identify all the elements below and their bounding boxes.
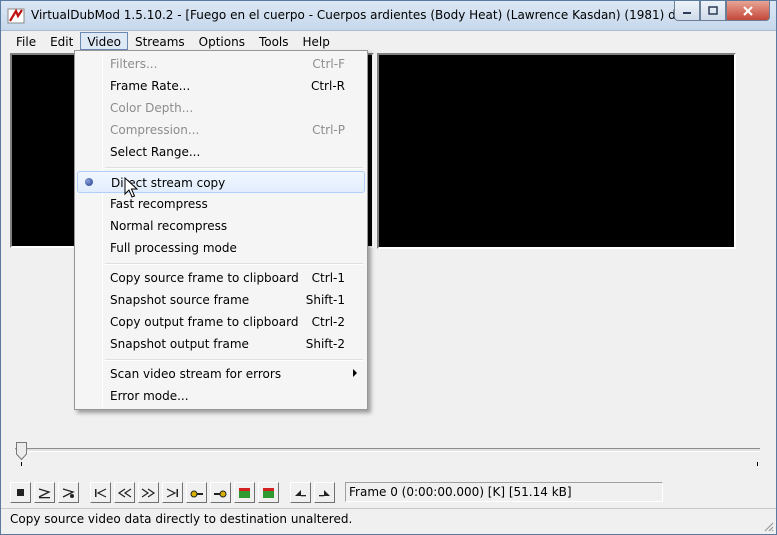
menu-item-label: Select Range...: [110, 145, 201, 159]
menu-separator: [105, 263, 363, 265]
menu-item-direct-stream-copy[interactable]: Direct stream copy: [77, 171, 365, 193]
menu-item-color-depth[interactable]: Color Depth...: [77, 97, 365, 119]
menu-item-label: Frame Rate...: [110, 79, 191, 93]
menu-item-compression[interactable]: Compression... Ctrl-P: [77, 119, 365, 141]
go-to-end-button[interactable]: [162, 482, 183, 503]
scene-back-button[interactable]: [234, 482, 255, 503]
menu-item-label: Scan video stream for errors: [110, 367, 282, 381]
radio-selected-icon: [85, 178, 93, 186]
menu-item-snapshot-source-frame[interactable]: Snapshot source frame Shift-1: [77, 289, 365, 311]
step-back-button[interactable]: [114, 482, 135, 503]
menu-help[interactable]: Help: [296, 32, 337, 50]
menu-item-label: Compression...: [110, 123, 200, 137]
menu-separator: [105, 167, 363, 169]
close-icon: [743, 5, 753, 16]
play-output-button[interactable]: [58, 482, 79, 503]
menu-item-label: Normal recompress: [110, 219, 228, 233]
position-slider-track[interactable]: [15, 448, 760, 452]
menu-item-shortcut: Ctrl-F: [312, 57, 345, 71]
skip-end-icon: [166, 488, 178, 498]
app-logo-icon: [7, 7, 25, 25]
menu-video[interactable]: Video: [80, 32, 128, 50]
menu-item-label: Snapshot output frame: [110, 337, 249, 351]
menu-item-label: Color Depth...: [110, 101, 194, 115]
skip-start-icon: [95, 488, 107, 498]
step-forward-icon: [141, 488, 156, 498]
next-keyframe-button[interactable]: [210, 482, 231, 503]
menu-item-filters[interactable]: Filters... Ctrl-F: [77, 53, 365, 75]
scene-forward-icon: [263, 488, 274, 498]
window-controls: [674, 1, 770, 21]
menu-item-label: Full processing mode: [110, 241, 237, 255]
menu-item-snapshot-output-frame[interactable]: Snapshot output frame Shift-2: [77, 333, 365, 355]
play-input-icon: [38, 488, 51, 499]
position-slider-thumb[interactable]: [16, 442, 27, 460]
scene-back-icon: [239, 488, 250, 498]
slider-ticks: [21, 462, 758, 466]
menu-item-shortcut: Ctrl-1: [311, 271, 345, 285]
step-forward-button[interactable]: [138, 482, 159, 503]
menu-file[interactable]: File: [9, 32, 43, 50]
menu-edit[interactable]: Edit: [43, 32, 80, 50]
menu-item-full-processing[interactable]: Full processing mode: [77, 237, 365, 259]
maximize-icon: [708, 6, 718, 15]
output-video-pane: [377, 53, 736, 249]
mark-out-icon: [319, 490, 330, 497]
menu-tools[interactable]: Tools: [252, 32, 296, 50]
status-text: Copy source video data directly to desti…: [10, 512, 353, 526]
maximize-button[interactable]: [700, 1, 726, 21]
stop-icon: [17, 489, 24, 496]
menu-item-shortcut: Ctrl-2: [311, 315, 345, 329]
slider-tick: [21, 462, 22, 466]
menu-options[interactable]: Options: [192, 32, 252, 50]
menu-item-shortcut: Ctrl-R: [310, 79, 345, 93]
go-to-start-button[interactable]: [90, 482, 111, 503]
frame-position-readout: Frame 0 (0:00:00.000) [K] [51.14 kB]: [345, 482, 663, 502]
slider-tick: [757, 462, 758, 466]
menu-item-copy-source-frame[interactable]: Copy source frame to clipboard Ctrl-1: [77, 267, 365, 289]
status-bar: Copy source video data directly to desti…: [1, 508, 776, 534]
menu-item-copy-output-frame[interactable]: Copy output frame to clipboard Ctrl-2: [77, 311, 365, 333]
menu-item-frame-rate[interactable]: Frame Rate... Ctrl-R: [77, 75, 365, 97]
menu-item-error-mode[interactable]: Error mode...: [77, 385, 365, 407]
key-forward-icon: [214, 490, 227, 498]
title-bar[interactable]: VirtualDubMod 1.5.10.2 - [Fuego en el cu…: [1, 1, 776, 31]
play-input-button[interactable]: [34, 482, 55, 503]
key-back-icon: [190, 490, 203, 498]
minimize-button[interactable]: [674, 1, 700, 21]
menu-item-scan-video-stream[interactable]: Scan video stream for errors: [77, 363, 365, 385]
scene-forward-button[interactable]: [258, 482, 279, 503]
minimize-icon: [683, 11, 691, 14]
menu-item-fast-recompress[interactable]: Fast recompress: [77, 193, 365, 215]
resize-grip-icon[interactable]: [762, 520, 774, 532]
menu-item-select-range[interactable]: Select Range...: [77, 141, 365, 163]
menu-bar: File Edit Video Streams Options Tools He…: [1, 31, 776, 51]
mark-in-button[interactable]: [290, 482, 311, 503]
play-output-icon: [62, 488, 75, 498]
menu-item-label: Error mode...: [110, 389, 189, 403]
menu-separator: [105, 359, 363, 361]
menu-item-normal-recompress[interactable]: Normal recompress: [77, 215, 365, 237]
mark-out-button[interactable]: [314, 482, 335, 503]
close-button[interactable]: [726, 1, 770, 21]
window-title: VirtualDubMod 1.5.10.2 - [Fuego en el cu…: [31, 8, 721, 22]
menu-item-label: Fast recompress: [110, 197, 208, 211]
mouse-pointer-icon: [124, 177, 138, 198]
menu-item-shortcut: Shift-2: [305, 337, 345, 351]
menu-item-label: Snapshot source frame: [110, 293, 250, 307]
step-back-icon: [117, 488, 132, 498]
menu-item-label: Filters...: [110, 57, 158, 71]
prev-keyframe-button[interactable]: [186, 482, 207, 503]
menu-item-label: Copy output frame to clipboard: [110, 315, 299, 329]
menu-item-label: Copy source frame to clipboard: [110, 271, 299, 285]
menu-item-shortcut: Ctrl-P: [312, 123, 345, 137]
video-menu-dropdown: Filters... Ctrl-F Frame Rate... Ctrl-R C…: [74, 50, 368, 410]
submenu-arrow-icon: [353, 369, 357, 377]
stop-button[interactable]: [10, 482, 31, 503]
menu-streams[interactable]: Streams: [128, 32, 192, 50]
mark-in-icon: [295, 490, 306, 497]
menu-item-shortcut: Shift-1: [305, 293, 345, 307]
